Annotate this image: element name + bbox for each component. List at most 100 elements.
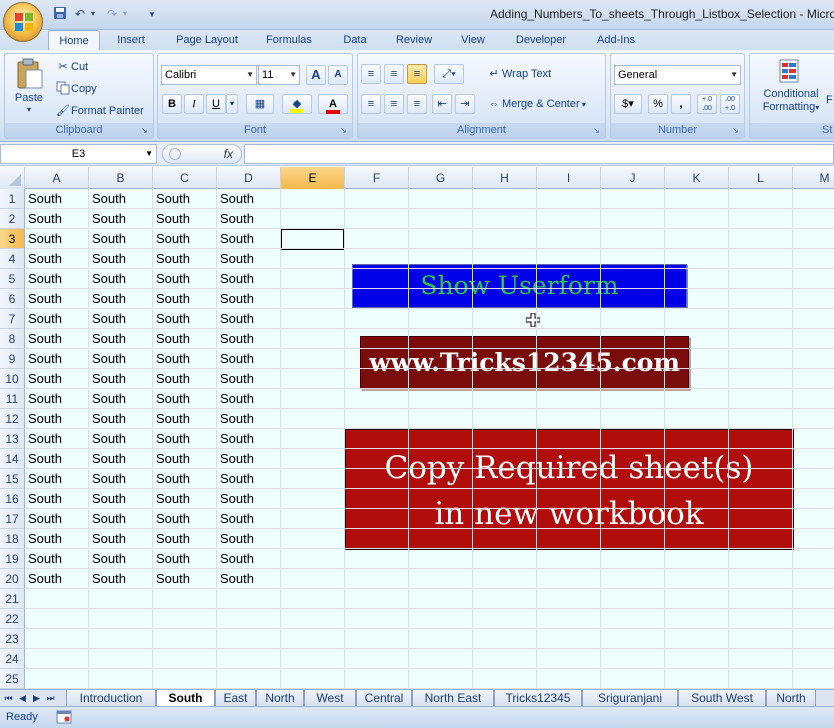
cell-d13[interactable]: South xyxy=(217,429,281,449)
alignment-launcher-icon[interactable]: ↘ xyxy=(593,126,602,135)
copy-button[interactable]: Copy xyxy=(55,81,97,97)
cell-d8[interactable]: South xyxy=(217,329,281,349)
row-header-20[interactable]: 20 xyxy=(0,569,25,589)
decrease-decimal-button[interactable]: .00 +.0 xyxy=(720,94,740,114)
tab-developer[interactable]: Developer xyxy=(506,30,576,50)
row-header-13[interactable]: 13 xyxy=(0,429,25,449)
currency-button[interactable]: $▾ xyxy=(614,94,642,114)
office-button[interactable] xyxy=(3,2,43,42)
cell-a10[interactable]: South xyxy=(25,369,89,389)
next-sheet-icon[interactable]: ▶ xyxy=(31,691,42,705)
cell-d20[interactable]: South xyxy=(217,569,281,589)
sheet-tab-sriguranjani[interactable]: Sriguranjani xyxy=(582,690,678,706)
sheet-tab-south[interactable]: South xyxy=(156,690,215,707)
paste-button[interactable]: Paste ▾ xyxy=(9,58,49,120)
row-header-11[interactable]: 11 xyxy=(0,389,25,409)
orientation-button[interactable]: ⤢▾ xyxy=(434,64,464,84)
merge-center-button[interactable]: ⇔ Merge & Center ▾ xyxy=(486,96,586,113)
cell-b18[interactable]: South xyxy=(89,529,153,549)
row-header-2[interactable]: 2 xyxy=(0,209,25,229)
sheet-tab-north[interactable]: North xyxy=(766,690,816,706)
align-center-button[interactable]: ≡ xyxy=(384,94,404,114)
column-header-i[interactable]: I xyxy=(537,167,601,189)
row-header-19[interactable]: 19 xyxy=(0,549,25,569)
cell-a1[interactable]: South xyxy=(25,189,89,209)
cell-d5[interactable]: South xyxy=(217,269,281,289)
increase-indent-button[interactable]: ⇥ xyxy=(455,94,475,114)
decrease-indent-button[interactable]: ⇤ xyxy=(432,94,452,114)
cell-b7[interactable]: South xyxy=(89,309,153,329)
clipboard-launcher-icon[interactable]: ↘ xyxy=(141,126,150,135)
column-header-b[interactable]: B xyxy=(89,167,153,189)
align-left-button[interactable]: ≡ xyxy=(361,94,381,114)
column-header-d[interactable]: D xyxy=(217,167,281,189)
row-header-4[interactable]: 4 xyxy=(0,249,25,269)
cell-d9[interactable]: South xyxy=(217,349,281,369)
font-name-dropdown-icon[interactable]: ▼ xyxy=(246,66,254,84)
tab-review[interactable]: Review xyxy=(388,30,440,50)
cell-d3[interactable]: South xyxy=(217,229,281,249)
column-header-j[interactable]: J xyxy=(601,167,665,189)
format-as-table-button[interactable]: F as xyxy=(826,94,834,107)
sheet-tab-east[interactable]: East xyxy=(215,690,256,706)
align-bottom-button[interactable]: ≡ xyxy=(407,64,427,84)
cell-a15[interactable]: South xyxy=(25,469,89,489)
column-header-l[interactable]: L xyxy=(729,167,793,189)
last-sheet-icon[interactable]: ⏭ xyxy=(45,691,56,705)
column-header-f[interactable]: F xyxy=(345,167,409,189)
copy-sheets-button[interactable]: Copy Required sheet(s) in new workbook xyxy=(344,428,794,550)
column-header-h[interactable]: H xyxy=(473,167,537,189)
cell-c16[interactable]: South xyxy=(153,489,217,509)
row-header-12[interactable]: 12 xyxy=(0,409,25,429)
insert-function-button[interactable]: fx xyxy=(162,144,242,164)
fill-color-button[interactable]: ◆ xyxy=(282,94,312,114)
cell-a16[interactable]: South xyxy=(25,489,89,509)
row-header-9[interactable]: 9 xyxy=(0,349,25,369)
row-header-1[interactable]: 1 xyxy=(0,189,25,209)
font-launcher-icon[interactable]: ↘ xyxy=(340,126,349,135)
cell-a9[interactable]: South xyxy=(25,349,89,369)
column-header-e[interactable]: E xyxy=(281,167,345,189)
sheet-tab-north[interactable]: North xyxy=(256,690,304,706)
redo-dropdown-icon[interactable]: ▾ xyxy=(120,6,130,22)
redo-icon[interactable]: ↷ xyxy=(104,6,120,22)
cell-d12[interactable]: South xyxy=(217,409,281,429)
cell-c17[interactable]: South xyxy=(153,509,217,529)
tab-insert[interactable]: Insert xyxy=(108,30,154,50)
cell-c11[interactable]: South xyxy=(153,389,217,409)
name-box[interactable]: E3 ▼ xyxy=(0,144,157,164)
tricks12345-link[interactable]: www.Tricks12345.com xyxy=(360,336,689,389)
paste-dropdown-icon[interactable]: ▾ xyxy=(9,106,49,114)
cell-a5[interactable]: South xyxy=(25,269,89,289)
cell-c6[interactable]: South xyxy=(153,289,217,309)
merge-dropdown-icon[interactable]: ▾ xyxy=(580,100,586,109)
cell-d18[interactable]: South xyxy=(217,529,281,549)
cell-a14[interactable]: South xyxy=(25,449,89,469)
format-painter-button[interactable]: 🖌Format Painter xyxy=(55,103,144,119)
cell-b16[interactable]: South xyxy=(89,489,153,509)
undo-icon[interactable]: ↶ xyxy=(72,6,88,22)
first-sheet-icon[interactable]: ⏮ xyxy=(3,691,14,705)
cell-d10[interactable]: South xyxy=(217,369,281,389)
grow-font-button[interactable]: A xyxy=(306,65,326,85)
cell-c8[interactable]: South xyxy=(153,329,217,349)
cell-b17[interactable]: South xyxy=(89,509,153,529)
cell-d11[interactable]: South xyxy=(217,389,281,409)
font-size-combo[interactable]: 11 ▼ xyxy=(258,65,300,85)
row-header-17[interactable]: 17 xyxy=(0,509,25,529)
cell-b8[interactable]: South xyxy=(89,329,153,349)
align-middle-button[interactable]: ≡ xyxy=(384,64,404,84)
borders-button[interactable]: ▦ xyxy=(246,94,274,114)
row-header-22[interactable]: 22 xyxy=(0,609,25,629)
increase-decimal-button[interactable]: +.0 .00 xyxy=(697,94,717,114)
font-size-dropdown-icon[interactable]: ▼ xyxy=(289,66,297,84)
cell-a2[interactable]: South xyxy=(25,209,89,229)
cell-a19[interactable]: South xyxy=(25,549,89,569)
column-header-k[interactable]: K xyxy=(665,167,729,189)
customize-qat-icon[interactable]: ▾ xyxy=(146,6,158,22)
cell-b11[interactable]: South xyxy=(89,389,153,409)
show-userform-button[interactable]: Show Userform xyxy=(352,264,687,308)
cell-b5[interactable]: South xyxy=(89,269,153,289)
cell-b2[interactable]: South xyxy=(89,209,153,229)
cell-b14[interactable]: South xyxy=(89,449,153,469)
